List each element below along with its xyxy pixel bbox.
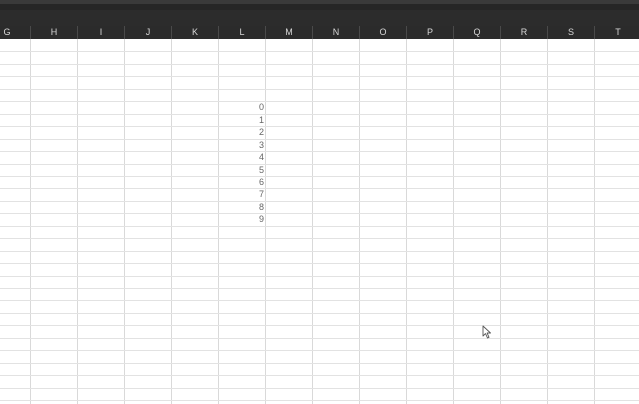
cell-l-value[interactable]: 5: [219, 164, 265, 176]
grid-row-line: [0, 338, 639, 339]
column-header-q[interactable]: Q: [454, 26, 501, 39]
mouse-pointer-icon: [482, 325, 491, 339]
grid-row-line: [0, 350, 639, 351]
grid-row-line: [0, 201, 639, 202]
grid-row-line: [0, 76, 639, 77]
column-header-t[interactable]: T: [595, 26, 639, 39]
grid-row-line: [0, 251, 639, 252]
grid-row-line: [0, 139, 639, 140]
grid-row-line: [0, 325, 639, 326]
cell-l-value[interactable]: 8: [219, 201, 265, 213]
grid-row-line: [0, 238, 639, 239]
grid-row-line: [0, 388, 639, 389]
cell-l-value[interactable]: 0: [219, 101, 265, 113]
grid-row-line: [0, 313, 639, 314]
column-header-o[interactable]: O: [360, 26, 407, 39]
column-header-k[interactable]: K: [172, 26, 219, 39]
grid-row-line: [0, 276, 639, 277]
cell-l-value[interactable]: 9: [219, 213, 265, 225]
grid-row-line: [0, 89, 639, 90]
grid-row-line: [0, 363, 639, 364]
column-header-h[interactable]: H: [31, 26, 78, 39]
grid-row-line: [0, 176, 639, 177]
grid-row-line: [0, 51, 639, 52]
cell-l-value[interactable]: 6: [219, 176, 265, 188]
column-header-m[interactable]: M: [266, 26, 313, 39]
ribbon-toolbar: [0, 0, 639, 26]
column-header-s[interactable]: S: [548, 26, 595, 39]
grid-row-line: [0, 188, 639, 189]
cell-l-value[interactable]: 1: [219, 114, 265, 126]
cell-l-value[interactable]: 3: [219, 139, 265, 151]
column-header-g[interactable]: G: [0, 26, 31, 39]
grid-row-line: [0, 263, 639, 264]
column-header-j[interactable]: J: [125, 26, 172, 39]
grid-row-line: [0, 126, 639, 127]
column-header-n[interactable]: N: [313, 26, 360, 39]
grid-row-line: [0, 114, 639, 115]
grid-row-line: [0, 64, 639, 65]
column-header-bar: GHIJKLMNOPQRST: [0, 26, 639, 39]
ribbon-bottom-band: [0, 10, 639, 26]
cell-l-value[interactable]: 2: [219, 126, 265, 138]
grid-row-line: [0, 151, 639, 152]
grid-row-line: [0, 226, 639, 227]
column-header-r[interactable]: R: [501, 26, 548, 39]
grid-row-line: [0, 288, 639, 289]
column-header-l[interactable]: L: [219, 26, 266, 39]
cell-l-value[interactable]: 4: [219, 151, 265, 163]
column-header-i[interactable]: I: [78, 26, 125, 39]
grid-row-line: [0, 300, 639, 301]
grid-row-line: [0, 213, 639, 214]
grid-row-line: [0, 164, 639, 165]
grid-row-line: [0, 400, 639, 401]
grid-row-line: [0, 101, 639, 102]
spreadsheet-grid[interactable]: 0123456789: [0, 39, 639, 404]
column-header-p[interactable]: P: [407, 26, 454, 39]
grid-row-line: [0, 375, 639, 376]
cell-l-value[interactable]: 7: [219, 188, 265, 200]
